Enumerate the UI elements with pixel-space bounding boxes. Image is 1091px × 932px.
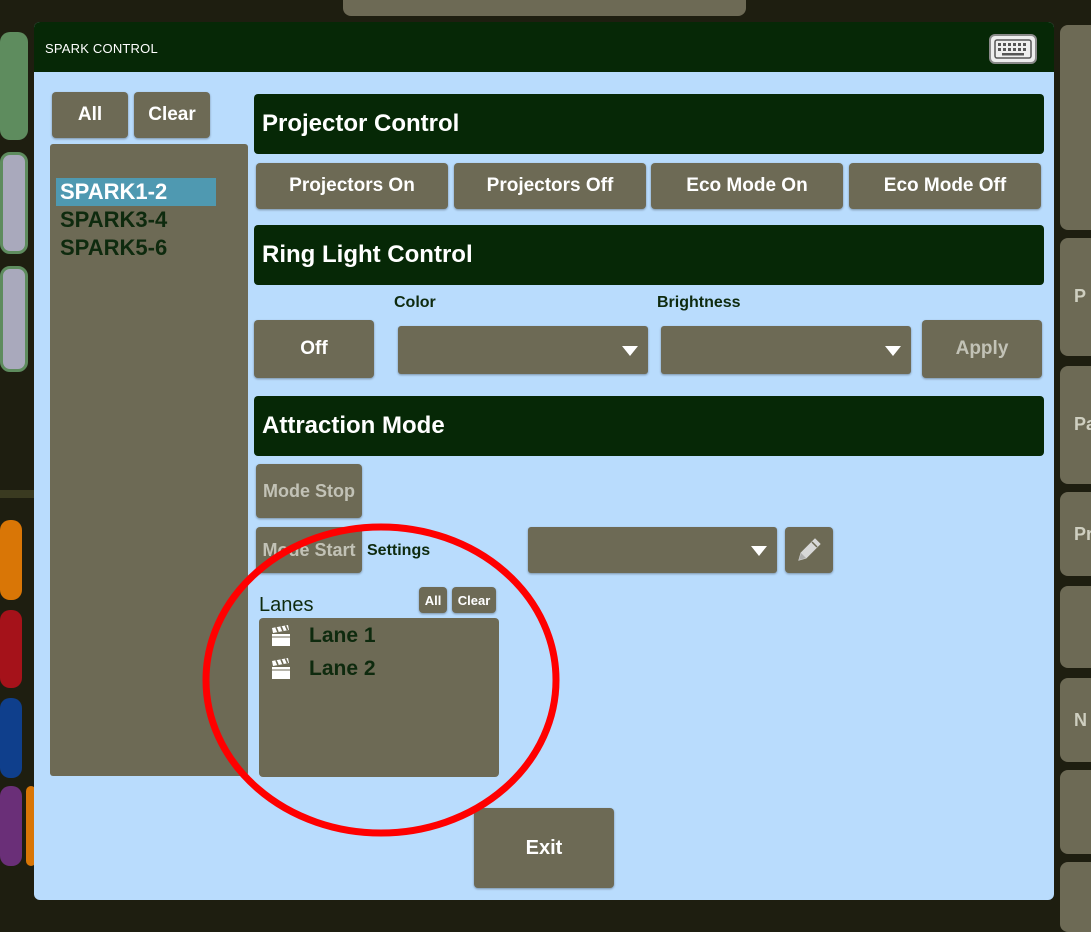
clapperboard-icon <box>272 658 290 679</box>
background-right-tile <box>1060 862 1091 932</box>
mode-stop-button[interactable]: Mode Stop <box>256 464 362 518</box>
background-tile <box>0 698 22 778</box>
apply-button[interactable]: Apply <box>922 320 1042 378</box>
eco-mode-off-button[interactable]: Eco Mode Off <box>849 163 1041 209</box>
projector-control-heading: Projector Control <box>254 94 1044 154</box>
projectors-on-button[interactable]: Projectors On <box>256 163 448 209</box>
group-item-spark3-4[interactable]: SPARK3-4 <box>56 206 216 234</box>
background-right-tile: Pa <box>1060 366 1091 484</box>
projectors-off-button[interactable]: Projectors Off <box>454 163 646 209</box>
background-tile <box>0 266 28 372</box>
group-list: SPARK1-2 SPARK3-4 SPARK5-6 <box>50 144 248 776</box>
settings-label: Settings <box>367 542 431 559</box>
background-right-tile: N <box>1060 678 1091 762</box>
group-item-spark1-2[interactable]: SPARK1-2 <box>56 178 216 206</box>
groups-all-button[interactable]: All <box>52 92 128 138</box>
group-item-spark5-6[interactable]: SPARK5-6 <box>56 234 216 262</box>
lane-label: Lane 2 <box>309 657 376 680</box>
pencil-icon <box>798 538 821 561</box>
mode-start-button[interactable]: Mode Start <box>256 527 362 573</box>
chevron-down-icon <box>622 346 638 356</box>
lanes-all-button[interactable]: All <box>419 587 447 613</box>
brightness-label: Brightness <box>657 294 741 311</box>
lane-label: Lane 1 <box>309 624 376 647</box>
lanes-heading: Lanes <box>259 594 314 616</box>
attraction-mode-heading: Attraction Mode <box>254 396 1044 456</box>
background-right-tile <box>1060 586 1091 668</box>
chevron-down-icon <box>885 346 901 356</box>
brightness-select[interactable] <box>661 326 911 374</box>
settings-select[interactable] <box>528 527 777 573</box>
color-label: Color <box>394 294 436 311</box>
color-select[interactable] <box>398 326 648 374</box>
background-divider <box>0 490 34 498</box>
background-right-tile <box>1060 25 1091 230</box>
background-tile <box>0 520 22 600</box>
keyboard-button[interactable] <box>989 34 1037 64</box>
keyboard-icon <box>994 39 1032 59</box>
exit-button[interactable]: Exit <box>474 808 614 888</box>
background-tile <box>0 32 28 140</box>
lanes-clear-button[interactable]: Clear <box>452 587 496 613</box>
ring-light-off-button[interactable]: Off <box>254 320 374 378</box>
background-top-bar <box>343 0 746 16</box>
background-tile <box>0 610 22 688</box>
background-tile <box>0 786 22 866</box>
groups-clear-button[interactable]: Clear <box>134 92 210 138</box>
lane-item[interactable]: Lane 2 <box>271 655 376 683</box>
lane-item[interactable]: Lane 1 <box>271 622 376 650</box>
background-tile <box>0 152 28 254</box>
ring-light-control-heading: Ring Light Control <box>254 225 1044 285</box>
spark-control-dialog: SPARK CONTROL All Clear SPARK1-2 SPARK3-… <box>34 22 1054 900</box>
lanes-list: Lane 1 Lane 2 <box>259 618 499 777</box>
background-right-tile: P <box>1060 238 1091 356</box>
title-bar: SPARK CONTROL <box>34 22 1054 72</box>
background-right-tile <box>1060 770 1091 854</box>
eco-mode-on-button[interactable]: Eco Mode On <box>651 163 843 209</box>
clapperboard-icon <box>272 625 290 646</box>
chevron-down-icon <box>751 546 767 556</box>
background-right-tile: Pr <box>1060 492 1091 576</box>
dialog-title: SPARK CONTROL <box>45 41 158 56</box>
edit-settings-button[interactable] <box>785 527 833 573</box>
